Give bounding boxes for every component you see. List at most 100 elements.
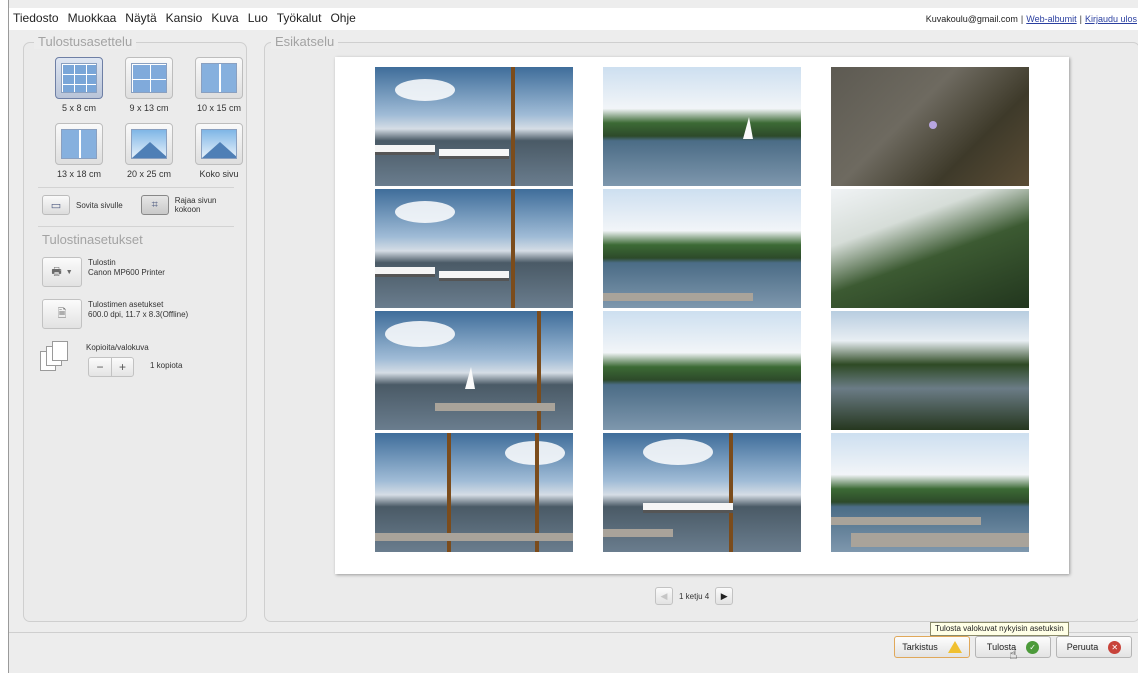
photo[interactable]: [375, 311, 573, 430]
copies-increase-button[interactable]: +: [111, 358, 133, 376]
size-option-9x13[interactable]: 9 x 13 cm: [114, 57, 184, 113]
size-button[interactable]: [195, 57, 243, 99]
size-label: 13 x 18 cm: [56, 169, 102, 179]
size-button[interactable]: [195, 123, 243, 165]
size-option-20x25[interactable]: 20 x 25 cm: [114, 123, 184, 179]
check-label: Tarkistus: [902, 642, 938, 652]
mast: [537, 311, 541, 430]
photo[interactable]: [375, 67, 573, 186]
copies-stepper: − +: [88, 357, 134, 377]
printer-row: 🖶 ▼ Tulostin Canon MP600 Printer: [42, 257, 165, 287]
menu-tools[interactable]: Työkalut: [277, 11, 322, 25]
menu-edit[interactable]: Muokkaa: [68, 11, 117, 25]
copies-label: Kopioita/valokuva: [86, 343, 149, 352]
crop-to-page-button[interactable]: ⌗: [140, 195, 169, 215]
logout-link[interactable]: Kirjaudu ulos: [1085, 14, 1137, 24]
printer-select-button[interactable]: 🖶 ▼: [42, 257, 82, 287]
photo[interactable]: [831, 311, 1029, 430]
size-button[interactable]: [55, 57, 103, 99]
page-indicator: 1 ketju 4: [679, 591, 710, 601]
photo[interactable]: [831, 189, 1029, 308]
preview-panel: Esikatselu ◀ 1 ketju 4 ▶: [264, 34, 1138, 622]
photo[interactable]: [603, 67, 801, 186]
photo[interactable]: [831, 433, 1029, 552]
menu-folder[interactable]: Kansio: [166, 11, 203, 25]
menu-picture[interactable]: Kuva: [211, 11, 238, 25]
size-options: 5 x 8 cm 9 x 13 cm 10 x 15 cm 13 x 18 cm…: [44, 57, 254, 179]
cloud: [643, 439, 713, 465]
size-option-10x15[interactable]: 10 x 15 cm: [184, 57, 254, 113]
photo[interactable]: [831, 67, 1029, 186]
checkmark-icon: ✓: [1026, 640, 1040, 654]
fit-to-page-label: Sovita sivulle: [76, 200, 123, 210]
cancel-label: Peruuta: [1066, 642, 1099, 652]
photo[interactable]: [603, 311, 801, 430]
printer-name: Canon MP600 Printer: [88, 268, 165, 277]
account-email: Kuvakoulu@gmail.com: [925, 14, 1018, 24]
copies-decrease-button[interactable]: −: [89, 358, 111, 376]
size-label: 5 x 8 cm: [61, 103, 96, 113]
photo[interactable]: [375, 189, 573, 308]
photo[interactable]: [603, 189, 801, 308]
preview-page: [335, 57, 1069, 574]
mast: [511, 189, 515, 308]
mountain-icon: [201, 129, 237, 159]
menu-view[interactable]: Näytä: [125, 11, 156, 25]
divider: [38, 187, 234, 188]
separator: |: [1020, 14, 1024, 24]
boat: [439, 149, 509, 159]
size-option-5x8[interactable]: 5 x 8 cm: [44, 57, 114, 113]
account-bar: Kuvakoulu@gmail.com | Web-albumit | Kirjaudu…: [926, 14, 1137, 24]
web-albums-link[interactable]: Web-albumit: [1026, 14, 1076, 24]
menu-create[interactable]: Luo: [248, 11, 268, 25]
dock: [603, 293, 753, 301]
size-button[interactable]: [125, 123, 173, 165]
grid-4-icon: [131, 63, 167, 93]
crop-icon: ⌗: [151, 198, 158, 211]
size-label: 9 x 13 cm: [129, 103, 169, 113]
warning-icon: [947, 641, 962, 653]
dock: [831, 517, 981, 525]
size-button[interactable]: [125, 57, 173, 99]
dock: [375, 533, 573, 541]
document-settings-icon: 🗎: [57, 307, 67, 320]
pagination: ◀ 1 ketju 4 ▶: [655, 587, 734, 605]
flower: [929, 121, 937, 129]
cancel-button[interactable]: Peruuta ✕: [1056, 636, 1132, 658]
separator: |: [1079, 14, 1082, 24]
printer-label: Tulostin: [88, 258, 116, 267]
cloud: [395, 79, 455, 101]
chevron-left-icon: ◀: [660, 590, 668, 601]
grid-2-icon: [61, 129, 97, 159]
next-page-button[interactable]: ▶: [715, 587, 734, 605]
photo[interactable]: [603, 433, 801, 552]
photo-grid: [375, 67, 1029, 552]
fit-options: ▭ Sovita sivulle ⌗ Rajaa sivun kokoon: [42, 195, 235, 215]
size-option-full-page[interactable]: Koko sivu: [184, 123, 254, 179]
printer-icon: 🖶: [51, 265, 62, 278]
fit-to-page-button[interactable]: ▭: [42, 195, 70, 215]
crop-label-line2: kokoon: [174, 205, 201, 214]
size-option-13x18[interactable]: 13 x 18 cm: [44, 123, 114, 179]
divider: [38, 226, 234, 227]
crop-to-page-label: Rajaa sivun kokoon: [175, 196, 217, 214]
dock: [603, 529, 673, 537]
cloud: [395, 201, 455, 223]
photo[interactable]: [375, 433, 573, 552]
app-window: Tiedosto Muokkaa Näytä Kansio Kuva Luo T…: [8, 0, 1138, 673]
sailboat: [465, 367, 475, 389]
crop-label-line1: Rajaa sivun: [174, 196, 217, 205]
close-icon: ✕: [1108, 640, 1122, 654]
printer-settings-row: 🗎 Tulostimen asetukset 600.0 dpi, 11.7 x…: [42, 299, 188, 329]
size-label: Koko sivu: [199, 169, 239, 179]
print-layout-title: Tulostusasettelu: [34, 34, 137, 49]
menu-file[interactable]: Tiedosto: [13, 11, 59, 25]
size-button[interactable]: [55, 123, 103, 165]
hand-cursor-icon: ☝: [1009, 646, 1018, 662]
printer-settings-button[interactable]: 🗎: [42, 299, 82, 329]
prev-page-button[interactable]: ◀: [655, 587, 673, 605]
menu-help[interactable]: Ohje: [330, 11, 355, 25]
check-button[interactable]: Tarkistus: [894, 636, 970, 658]
boat: [643, 503, 733, 513]
menu-bar: Tiedosto Muokkaa Näytä Kansio Kuva Luo T…: [9, 8, 1138, 30]
